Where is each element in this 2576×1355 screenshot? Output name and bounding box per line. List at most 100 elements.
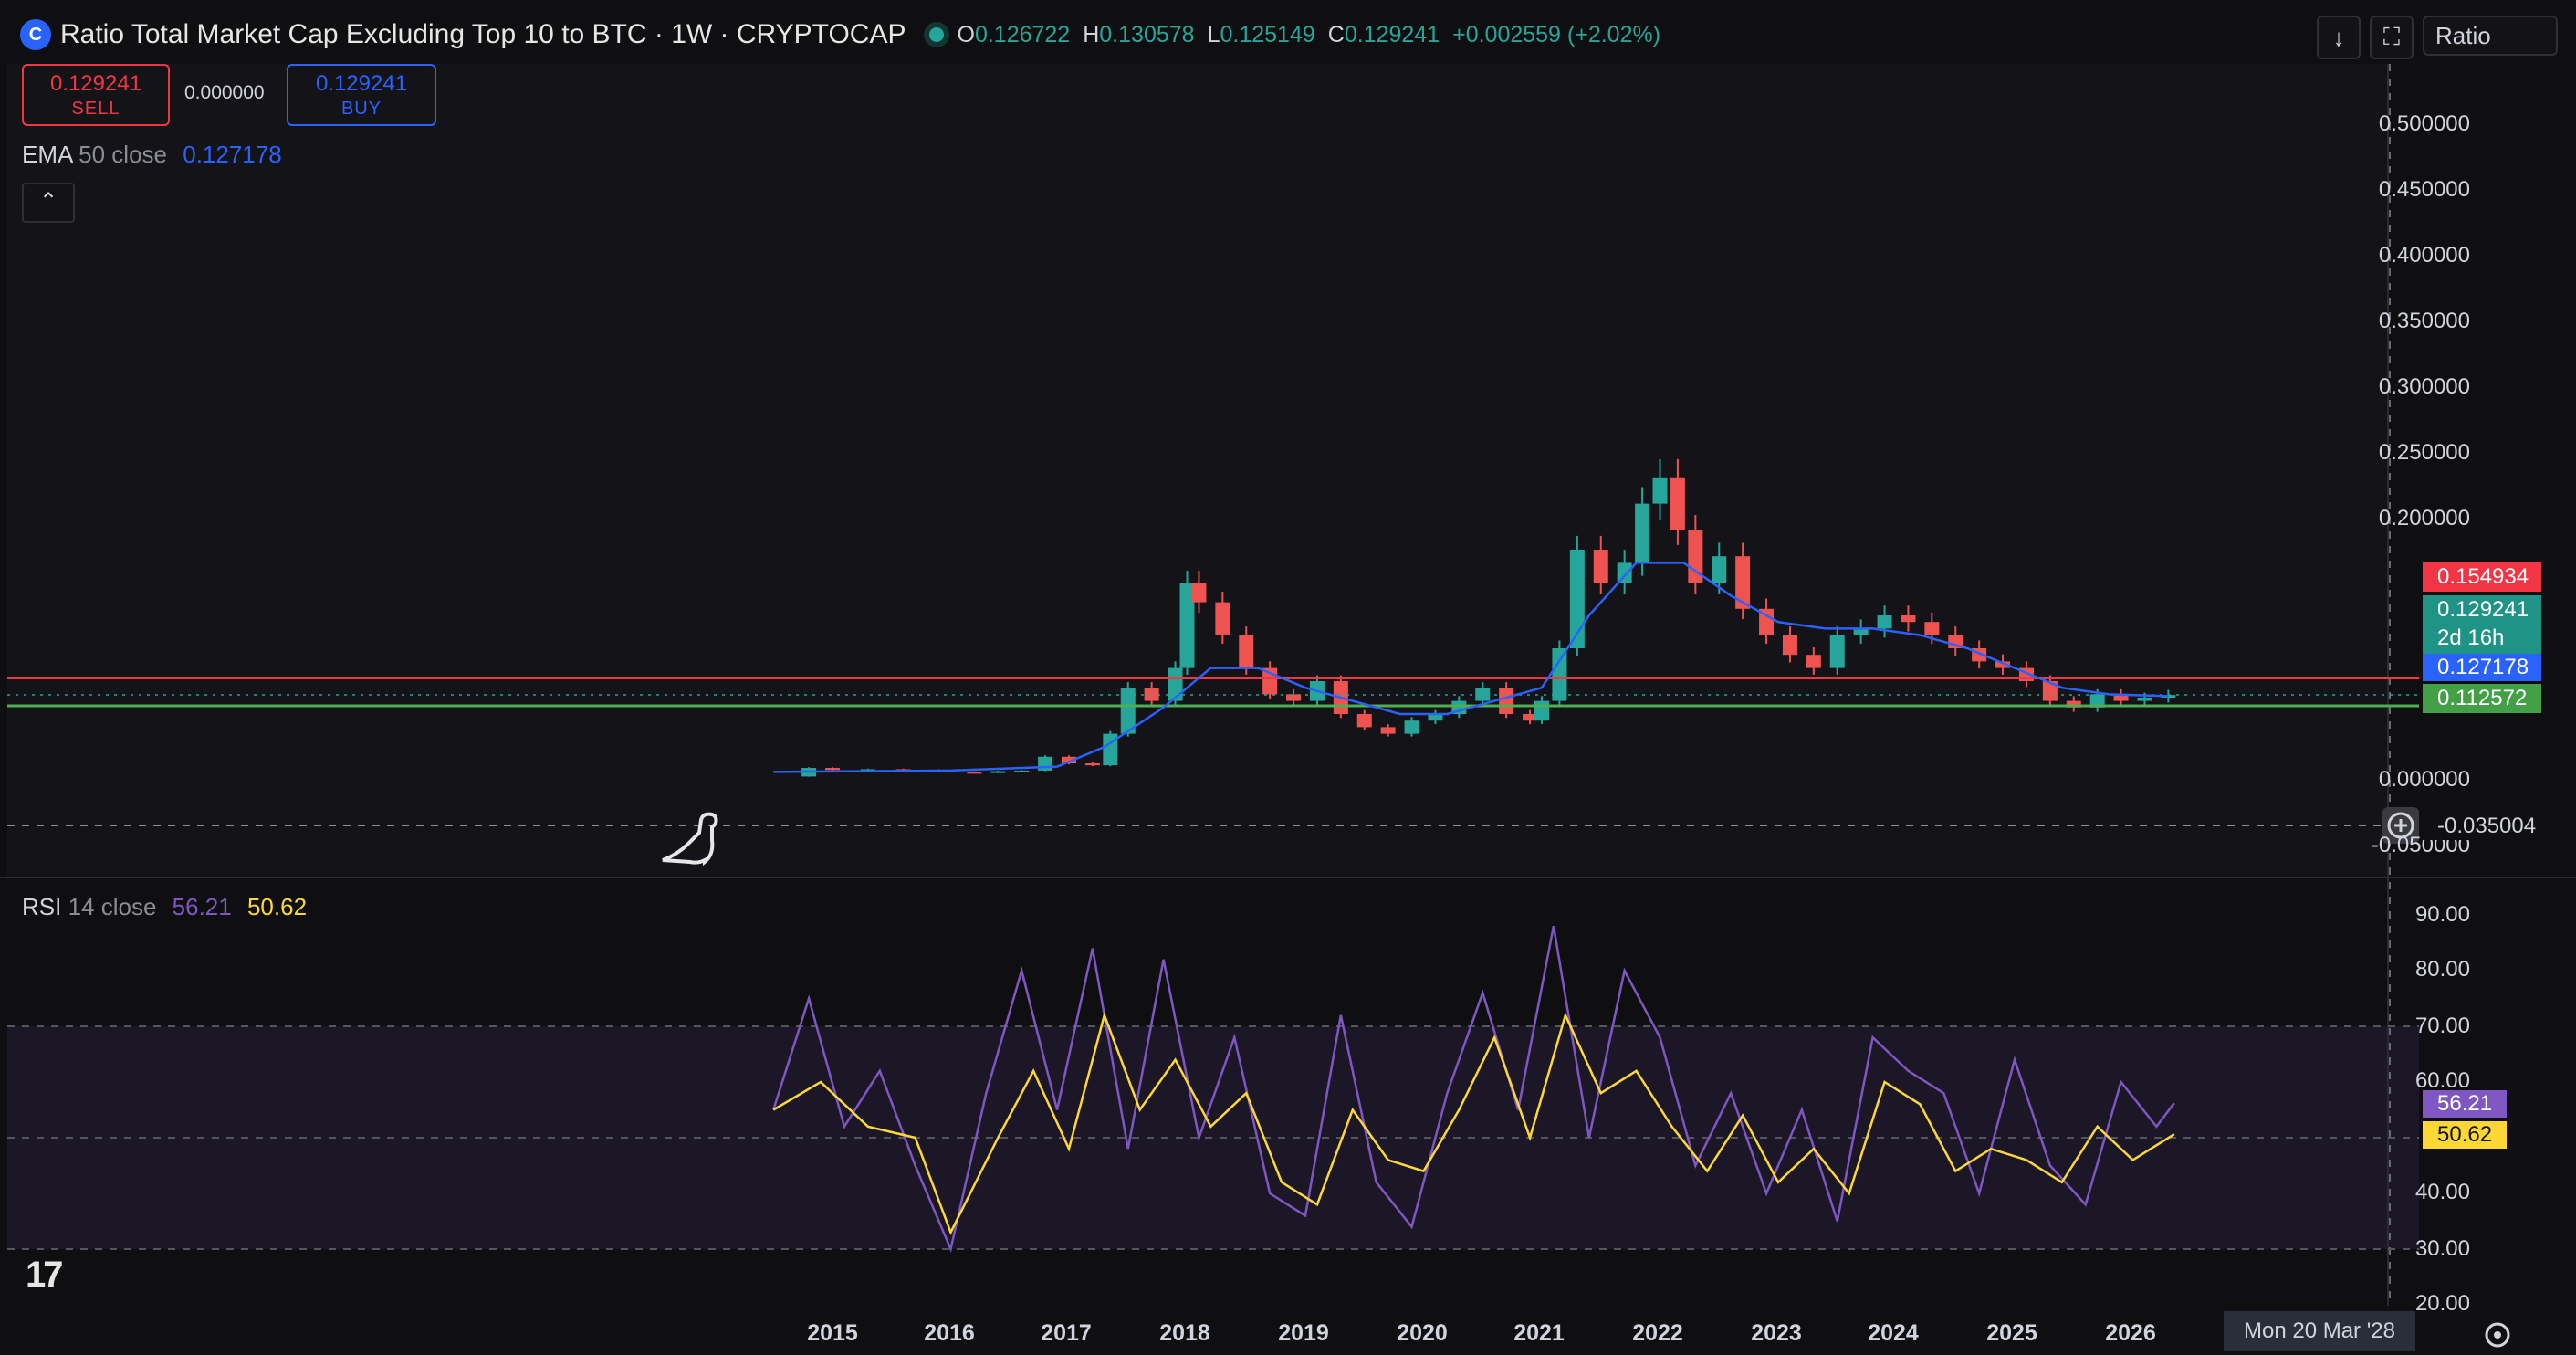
- price-change: +0.002559 (+2.02%): [1452, 21, 1661, 47]
- collapse-legend-button[interactable]: ⌃: [22, 183, 75, 223]
- rsi-tick: 70.00: [2414, 1014, 2470, 1038]
- scale-select-value: Ratio: [2435, 21, 2491, 49]
- close-value: 0.129241: [1344, 21, 1440, 47]
- time-tick: 2025: [1986, 1320, 2037, 1346]
- spread-value: 0.000000: [184, 82, 265, 103]
- candle-body[interactable]: [1215, 602, 1230, 635]
- candle-body[interactable]: [1829, 635, 1845, 668]
- rsi-tick: 90.00: [2414, 902, 2470, 927]
- fullscreen-button[interactable]: ⛶: [2370, 16, 2414, 59]
- candle-body[interactable]: [1617, 562, 1632, 583]
- price-tick: 0.250000: [2378, 440, 2470, 465]
- candle-body[interactable]: [990, 771, 1006, 773]
- rsi-tick: 30.00: [2414, 1236, 2470, 1261]
- last-price-value: 0.129241: [2437, 597, 2529, 622]
- rsi-tick: 80.00: [2414, 957, 2470, 982]
- price-tick: 0.450000: [2378, 177, 2470, 202]
- cryptocap-logo-icon: C: [20, 19, 51, 50]
- support-price-tag: 0.112572: [2423, 684, 2541, 713]
- time-tick: 2019: [1278, 1320, 1329, 1346]
- candle-body[interactable]: [1635, 503, 1650, 563]
- time-tick: 2017: [1041, 1320, 1092, 1346]
- open-label: O: [957, 21, 975, 47]
- candle-body[interactable]: [1782, 635, 1797, 656]
- candle-body[interactable]: [1877, 615, 1892, 629]
- download-button[interactable]: ↓: [2317, 16, 2361, 59]
- candle-body[interactable]: [1084, 763, 1100, 766]
- price-pane-bg: [7, 64, 2388, 877]
- chevron-up-icon: ⌃: [38, 189, 58, 214]
- rsi-name: RSI: [22, 893, 62, 920]
- candle-body[interactable]: [1735, 556, 1751, 609]
- candle-body[interactable]: [1670, 477, 1685, 530]
- sell-button[interactable]: 0.129241 SELL: [22, 64, 170, 126]
- buy-label: BUY: [340, 99, 382, 119]
- candle-body[interactable]: [1191, 583, 1207, 603]
- candle-body[interactable]: [1901, 615, 1916, 623]
- bar-countdown: 2d 16h: [2437, 625, 2505, 650]
- settings-icon[interactable]: [2485, 1322, 2510, 1348]
- candle-body[interactable]: [967, 772, 982, 774]
- candle-body[interactable]: [1806, 655, 1821, 668]
- candle-body[interactable]: [1356, 714, 1372, 728]
- buy-price: 0.129241: [315, 71, 408, 96]
- tradingview-logo-icon[interactable]: 17: [26, 1255, 63, 1296]
- price-tick: 0.200000: [2378, 506, 2470, 530]
- symbol-title[interactable]: Ratio Total Market Cap Excluding Top 10 …: [60, 19, 906, 50]
- high-value: 0.130578: [1099, 21, 1195, 47]
- price-tick: 0.000000: [2378, 767, 2470, 792]
- candle-body[interactable]: [1014, 770, 1030, 772]
- low-value: 0.125149: [1220, 21, 1315, 47]
- candle-body[interactable]: [1168, 667, 1183, 701]
- rsi-tick: 20.00: [2414, 1291, 2470, 1316]
- candle-body[interactable]: [1593, 550, 1608, 583]
- candle-body[interactable]: [1552, 648, 1567, 701]
- ema-price-tag: 0.127178: [2423, 654, 2541, 681]
- last-price-tag: 0.129241 2d 16h: [2423, 595, 2541, 656]
- price-tick: 0.400000: [2378, 243, 2470, 268]
- buy-button[interactable]: 0.129241 BUY: [287, 64, 436, 126]
- candle-body[interactable]: [825, 768, 840, 771]
- cursor-price-tag: -0.035004: [2423, 813, 2560, 840]
- time-tick: 2021: [1513, 1320, 1565, 1346]
- rsi-legend[interactable]: RSI 14 close 56.21 50.62: [22, 893, 307, 921]
- time-tick: 2016: [924, 1320, 975, 1346]
- cursor-date-tag: Mon 20 Mar '28: [2224, 1311, 2415, 1351]
- symbol-header: C Ratio Total Market Cap Excluding Top 1…: [20, 16, 1673, 53]
- rsi-value: 56.21: [172, 893, 232, 920]
- candle-body[interactable]: [1038, 756, 1053, 771]
- time-tick: 2020: [1397, 1320, 1448, 1346]
- sell-price: 0.129241: [49, 71, 142, 96]
- open-value: 0.126722: [974, 21, 1071, 47]
- time-tick: 2026: [2105, 1320, 2156, 1346]
- ohlc-low: L0.125149: [1208, 22, 1315, 48]
- download-icon: ↓: [2332, 23, 2345, 51]
- candle-body[interactable]: [1239, 635, 1254, 668]
- candle-body[interactable]: [1924, 622, 1940, 635]
- price-tick: 0.350000: [2378, 309, 2470, 333]
- time-tick: 2018: [1159, 1320, 1210, 1346]
- price-tick: 0.300000: [2378, 374, 2470, 399]
- time-tick: 2015: [807, 1320, 858, 1346]
- high-label: H: [1083, 21, 1100, 47]
- ohlc-close: C0.129241: [1328, 22, 1440, 48]
- rsi-ma-value: 50.62: [246, 893, 308, 920]
- scale-select[interactable]: Ratio: [2423, 16, 2558, 56]
- candle-body[interactable]: [1652, 477, 1668, 504]
- time-tick: 2024: [1868, 1320, 1919, 1346]
- market-status-icon: [929, 27, 945, 42]
- rsi-value-tag: 56.21: [2423, 1090, 2507, 1118]
- candle-body[interactable]: [1534, 700, 1549, 721]
- candle-body[interactable]: [2137, 698, 2152, 701]
- time-tick: 2022: [1632, 1320, 1683, 1346]
- chart-canvas[interactable]: [0, 0, 2576, 1355]
- rsi-ma-value-tag: 50.62: [2423, 1121, 2507, 1149]
- candle-body[interactable]: [1712, 556, 1727, 583]
- ema-legend[interactable]: EMA 50 close 0.127178: [22, 141, 282, 169]
- sell-label: SELL: [71, 99, 120, 119]
- candle-body[interactable]: [1380, 727, 1396, 734]
- candle-body[interactable]: [1404, 720, 1419, 734]
- ohlc-open: O0.126722: [957, 22, 1070, 48]
- ohlc-high: H0.130578: [1083, 22, 1194, 48]
- candle-body[interactable]: [1499, 688, 1514, 714]
